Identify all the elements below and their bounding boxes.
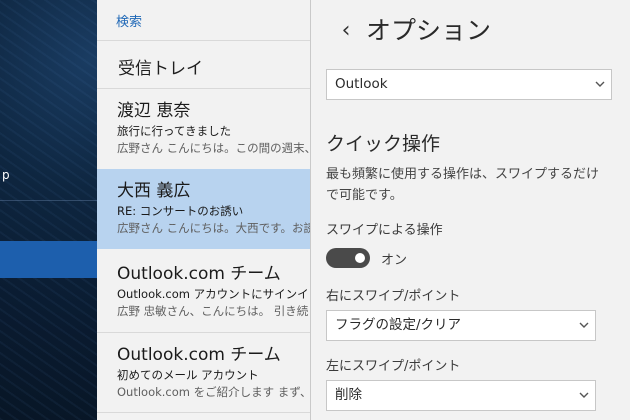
chevron-down-icon (595, 81, 605, 87)
mail-sender: Outlook.com チーム (117, 264, 281, 284)
nav-item-partial[interactable]: p (0, 160, 97, 190)
mail-subject: 旅行に行ってきました (117, 124, 232, 138)
mail-preview: 広野さん こんにちは。この間の週末、 (117, 141, 310, 155)
mail-subject: Outlook.com アカウントにサインインし (117, 287, 310, 301)
swipe-left-select[interactable]: 削除 (326, 380, 596, 411)
swipe-right-label: 右にスワイプ/ポイント (326, 289, 461, 304)
chevron-left-icon: ‹ (341, 18, 351, 43)
toggle-state-label: オン (381, 253, 408, 268)
swipe-left-select-value: 削除 (335, 387, 362, 403)
panel-title: オプション (366, 16, 492, 45)
back-button[interactable]: ‹ (333, 17, 359, 45)
account-select[interactable]: Outlook (326, 69, 612, 100)
mail-list-item[interactable]: Outlook.com チーム 初めてのメール アカウント Outlook.co… (97, 333, 310, 413)
search-link[interactable]: 検索 (116, 11, 142, 30)
divider (97, 40, 310, 41)
swipe-actions-label: スワイプによる操作 (326, 223, 443, 238)
chevron-down-icon (579, 322, 589, 328)
toggle-knob (355, 253, 365, 263)
navigation-pane: p (0, 0, 97, 420)
nav-divider (0, 200, 97, 201)
mail-preview: 広野さん こんにちは。大西です。お誘い (117, 221, 310, 235)
swipe-right-select[interactable]: フラグの設定/クリア (326, 310, 596, 341)
mail-list-pane: 検索 受信トレイ 渡辺 恵奈 旅行に行ってきました 広野さん こんにちは。この間… (97, 0, 310, 420)
section-title-quick-actions: クイック操作 (326, 133, 441, 155)
swipe-right-select-value: フラグの設定/クリア (335, 317, 462, 333)
nav-item-selected[interactable] (0, 241, 97, 278)
mail-sender: 渡辺 恵奈 (117, 101, 191, 121)
section-description: 最も頻繁に使用する操作は、スワイプするだけで可能です。 (326, 167, 600, 203)
mail-preview: 広野 忠敏さん、こんにちは。 引き続き (117, 304, 310, 318)
divider (97, 412, 310, 413)
nav-background-pattern (0, 0, 97, 420)
swipe-actions-toggle[interactable] (326, 248, 370, 268)
mail-list-item[interactable]: Outlook.com チーム Outlook.com アカウントにサインインし… (97, 252, 310, 332)
folder-title-inbox: 受信トレイ (118, 59, 203, 79)
account-select-value: Outlook (335, 76, 388, 92)
mail-list-item-selected[interactable]: 大西 義広 RE: コンサートのお誘い 広野さん こんにちは。大西です。お誘い (97, 169, 310, 249)
options-panel: ‹ オプション Outlook クイック操作 最も頻繁に使用する操作は、スワイプ… (310, 0, 630, 420)
mail-subject: 初めてのメール アカウント (117, 368, 259, 382)
swipe-left-label: 左にスワイプ/ポイント (326, 359, 461, 374)
mail-subject: RE: コンサートのお誘い (117, 204, 244, 218)
mail-list-item[interactable]: 渡辺 恵奈 旅行に行ってきました 広野さん こんにちは。この間の週末、 (97, 89, 310, 169)
mail-preview: Outlook.com をご紹介します まず、メ (117, 385, 310, 399)
mail-sender: Outlook.com チーム (117, 345, 281, 365)
mail-sender: 大西 義広 (117, 181, 191, 201)
chevron-down-icon (579, 392, 589, 398)
